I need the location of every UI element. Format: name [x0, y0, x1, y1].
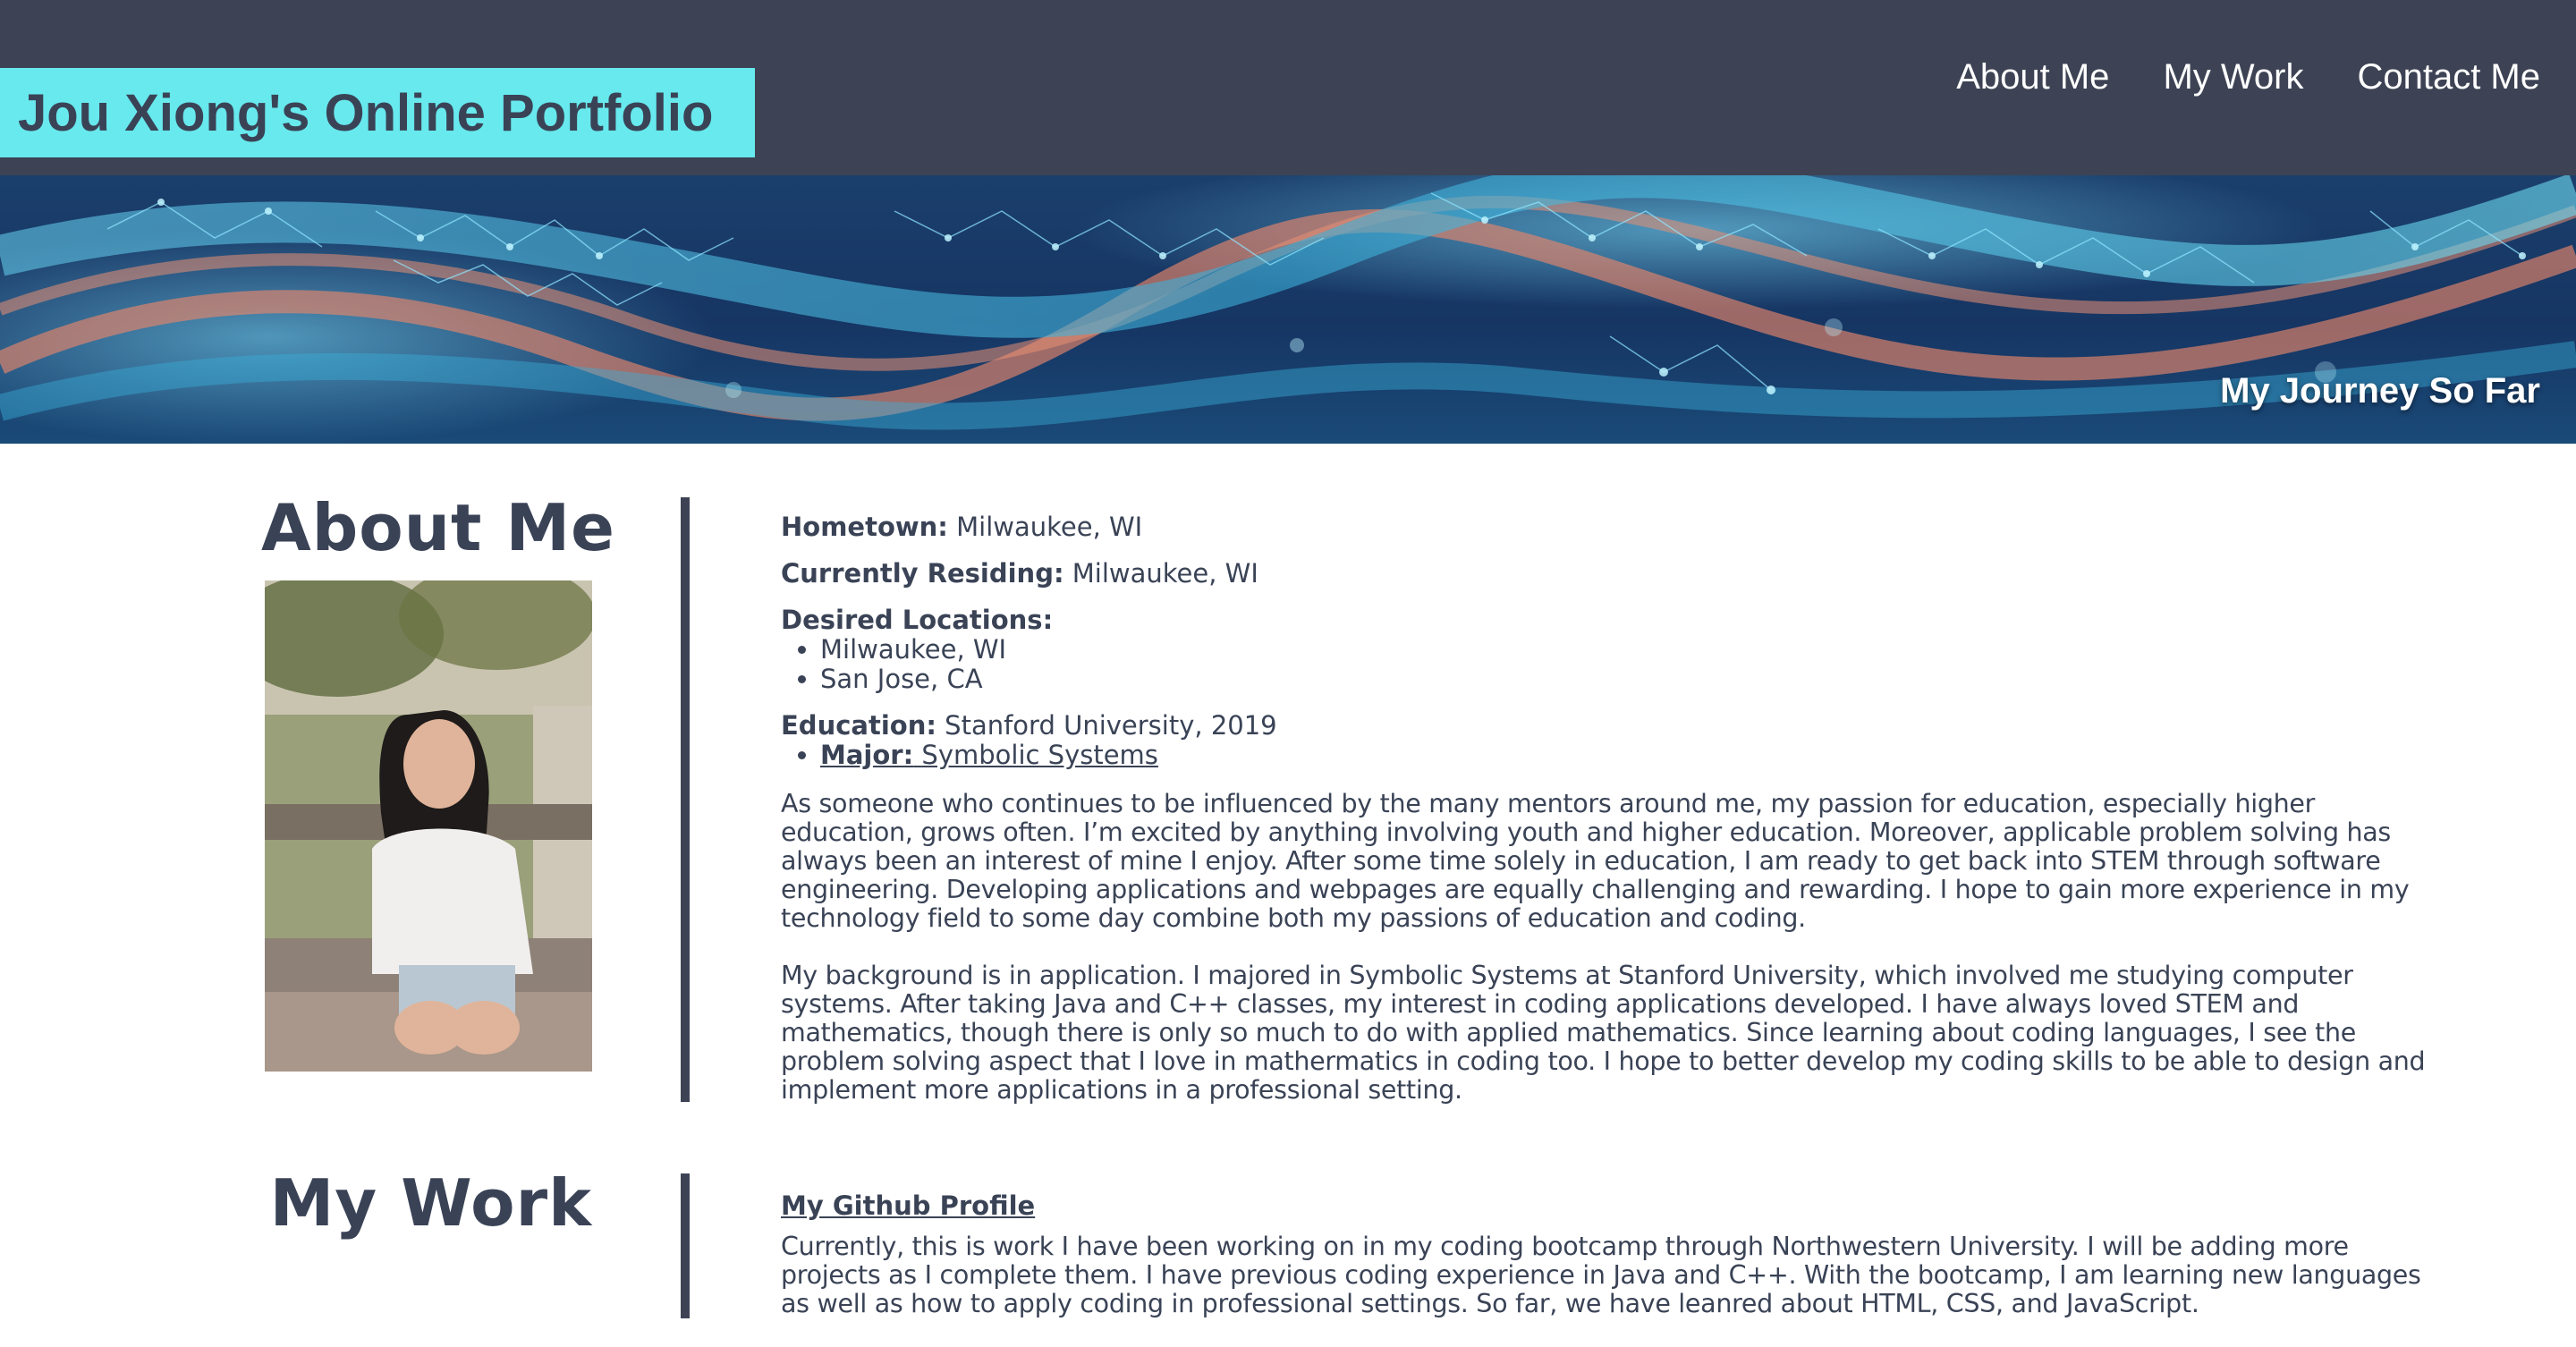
github-profile-link[interactable]: My Github Profile — [781, 1190, 1035, 1222]
residing-line: Currently Residing: Milwaukee, WI — [781, 558, 2445, 589]
work-content: My Github Profile Currently, this is wor… — [781, 1190, 2445, 1347]
list-item: Milwaukee, WI — [820, 635, 2445, 665]
about-paragraph-1: As someone who continues to be influence… — [781, 789, 2410, 933]
about-divider — [681, 497, 690, 1102]
site-header: Jou Xiong's Online Portfolio About Me My… — [0, 0, 2576, 175]
network-wave-image — [0, 175, 2576, 444]
major-link[interactable]: Major: Symbolic Systems — [820, 740, 1158, 770]
residing-label: Currently Residing: — [781, 558, 1064, 589]
education-value: Stanford University, 2019 — [945, 710, 1277, 741]
desired-locations-label: Desired Locations: — [781, 605, 1054, 635]
hero-banner: My Journey So Far — [0, 175, 2576, 444]
main-nav: About Me My Work Contact Me — [1956, 52, 2540, 102]
residing-value: Milwaukee, WI — [1072, 558, 1258, 589]
nav-contact-me[interactable]: Contact Me — [2357, 52, 2540, 102]
hometown-value: Milwaukee, WI — [956, 512, 1143, 542]
nav-about-me[interactable]: About Me — [1956, 52, 2109, 102]
desired-locations-line: Desired Locations: — [781, 605, 2445, 635]
work-paragraph: Currently, this is work I have been work… — [781, 1232, 2421, 1318]
major-value: Symbolic Systems — [921, 740, 1158, 770]
nav-my-work[interactable]: My Work — [2163, 52, 2303, 102]
education-line: Education: Stanford University, 2019 — [781, 710, 2445, 741]
education-label: Education: — [781, 710, 936, 741]
profile-photo — [265, 580, 592, 1072]
work-heading: My Work — [269, 1165, 592, 1241]
desired-locations-list: Milwaukee, WI San Jose, CA — [781, 635, 2445, 694]
major-item: Major: Symbolic Systems — [820, 741, 2445, 770]
about-paragraph-2: My background is in application. I major… — [781, 961, 2426, 1105]
hometown-label: Hometown: — [781, 512, 948, 542]
hometown-line: Hometown: Milwaukee, WI — [781, 512, 2445, 542]
education-list: Major: Symbolic Systems — [781, 741, 2445, 770]
about-content: Hometown: Milwaukee, WI Currently Residi… — [781, 512, 2445, 1133]
work-divider — [681, 1173, 690, 1318]
profile-photo-illustration — [265, 580, 592, 1072]
site-title[interactable]: Jou Xiong's Online Portfolio — [0, 68, 755, 157]
about-heading: About Me — [261, 490, 615, 565]
hero-tagline: My Journey So Far — [2220, 371, 2540, 411]
list-item: San Jose, CA — [820, 665, 2445, 694]
major-label: Major: — [820, 740, 914, 770]
